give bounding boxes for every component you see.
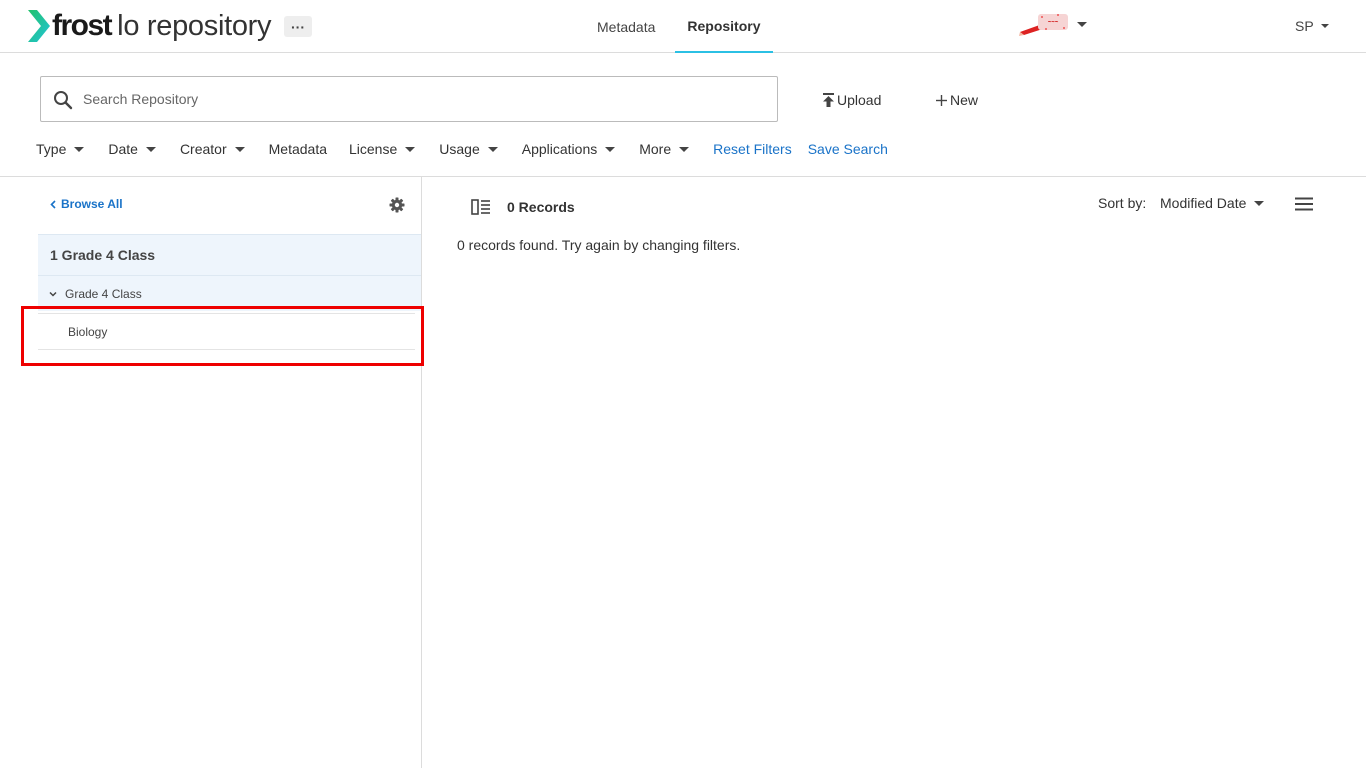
chevron-down-icon [145, 146, 156, 152]
upload-label: Upload [837, 92, 882, 108]
user-initials: SP [1295, 18, 1314, 34]
nav-tab-repository[interactable]: Repository [675, 0, 773, 53]
tree-child-label: Grade 4 Class [65, 286, 142, 301]
tree-child-node[interactable]: Grade 4 Class [38, 276, 421, 311]
upload-button[interactable]: Upload [822, 90, 881, 110]
filter-label: Date [108, 141, 138, 157]
filter-usage[interactable]: Usage [439, 141, 498, 157]
search-box[interactable] [40, 76, 778, 122]
tree-leaf-node[interactable]: Biology [38, 313, 415, 350]
svg-text:~~~: ~~~ [1048, 20, 1059, 26]
sort-value: Modified Date [1160, 195, 1247, 211]
frost-arrow-icon [28, 10, 50, 42]
browse-sidebar: Browse All 1 Grade 4 Class Grade 4 Class… [0, 177, 424, 768]
empty-results-message: 0 records found. Try again by changing f… [457, 237, 741, 253]
filter-applications[interactable]: Applications [522, 141, 616, 157]
more-options-button[interactable]: ··· [284, 16, 312, 37]
filter-label: Usage [439, 141, 480, 157]
new-button[interactable]: New [935, 90, 978, 110]
tree-root-label: 1 Grade 4 Class [50, 247, 156, 263]
chevron-down-icon [405, 146, 416, 152]
panel-toggle-icon[interactable] [471, 199, 491, 215]
filter-label: License [349, 141, 398, 157]
chevron-down-icon[interactable] [49, 291, 57, 297]
app-header: frost lo repository ··· Metadata Reposit… [0, 0, 1366, 53]
plus-icon [936, 94, 947, 106]
chevron-down-icon [1077, 21, 1087, 27]
save-search-link[interactable]: Save Search [808, 141, 888, 157]
tree-root-node[interactable]: 1 Grade 4 Class [38, 234, 421, 276]
logo-product-text: lo repository [117, 10, 272, 42]
records-count: 0 Records [507, 199, 575, 215]
chevron-down-icon [605, 146, 616, 152]
filter-label: Creator [179, 141, 227, 157]
chevron-down-icon [74, 146, 85, 152]
top-nav: Metadata Repository [585, 0, 773, 53]
filter-bar: Type Date Creator Metadata License Usage… [36, 139, 888, 159]
gear-icon[interactable] [389, 197, 405, 213]
search-icon [54, 91, 73, 110]
upload-icon [823, 93, 834, 107]
filter-metadata[interactable]: Metadata [269, 141, 327, 157]
browse-all-link[interactable]: Browse All [50, 197, 123, 211]
user-menu[interactable]: SP [1295, 18, 1329, 34]
browse-all-label: Browse All [61, 197, 123, 211]
tenant-logo-icon: ~~~ [1019, 14, 1068, 36]
search-input[interactable] [83, 77, 763, 121]
filter-label: More [639, 141, 672, 157]
filter-creator[interactable]: Creator [180, 141, 245, 157]
filter-more[interactable]: More [639, 141, 690, 157]
filter-date[interactable]: Date [108, 141, 156, 157]
filter-label: Applications [521, 141, 598, 157]
app-logo[interactable]: frost lo repository [28, 8, 272, 44]
chevron-down-icon [487, 146, 498, 152]
chevron-down-icon [1254, 200, 1265, 206]
tree-leaf-label: Biology [68, 324, 108, 339]
logo-brand-text: frost [52, 9, 113, 42]
tenant-switcher[interactable]: ~~~ [1018, 12, 1087, 36]
sort-label: Sort by: [1098, 195, 1147, 211]
reset-filters-link[interactable]: Reset Filters [713, 141, 792, 157]
chevron-down-icon [234, 146, 245, 152]
chevron-down-icon [679, 146, 690, 152]
new-label: New [950, 92, 979, 108]
sort-dropdown[interactable]: Modified Date [1160, 195, 1265, 211]
filter-label: Metadata [268, 141, 327, 157]
chevron-left-icon [50, 199, 56, 209]
nav-tab-metadata[interactable]: Metadata [585, 0, 667, 53]
filter-label: Type [36, 141, 67, 157]
chevron-down-icon [1320, 24, 1329, 28]
list-view-icon[interactable] [1295, 197, 1313, 211]
filter-license[interactable]: License [349, 141, 416, 157]
filter-type[interactable]: Type [36, 141, 85, 157]
results-panel: 0 Records 0 records found. Try again by … [423, 177, 1366, 768]
